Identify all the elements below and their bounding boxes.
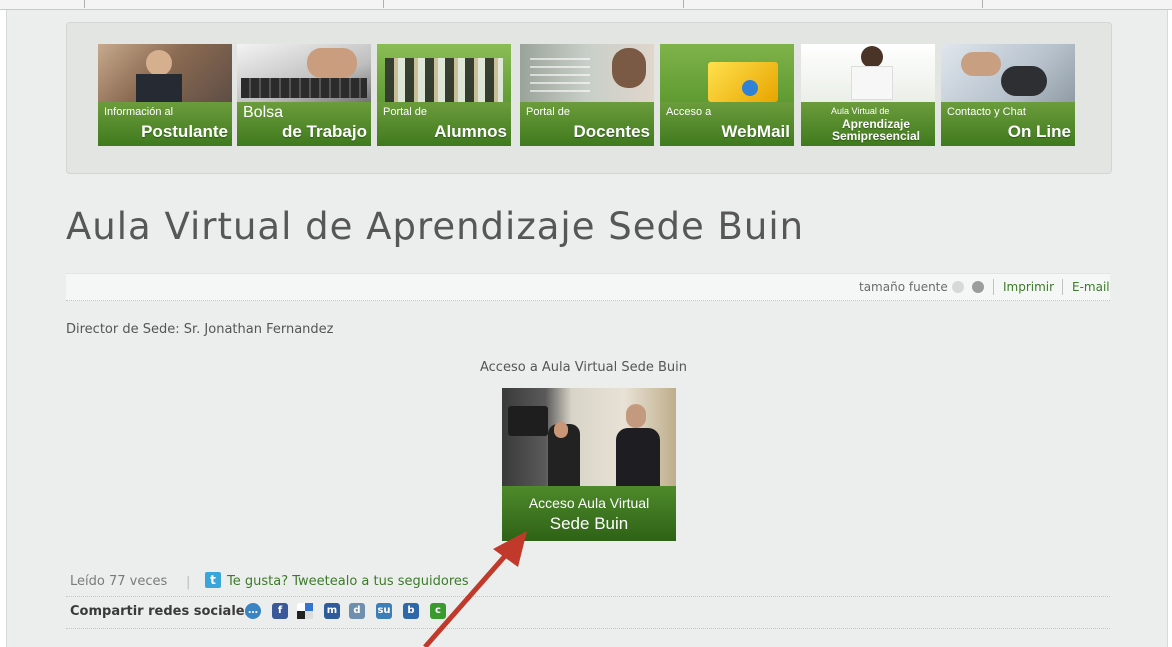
annotation-arrow (423, 531, 527, 647)
arrow-shaft (423, 546, 514, 647)
